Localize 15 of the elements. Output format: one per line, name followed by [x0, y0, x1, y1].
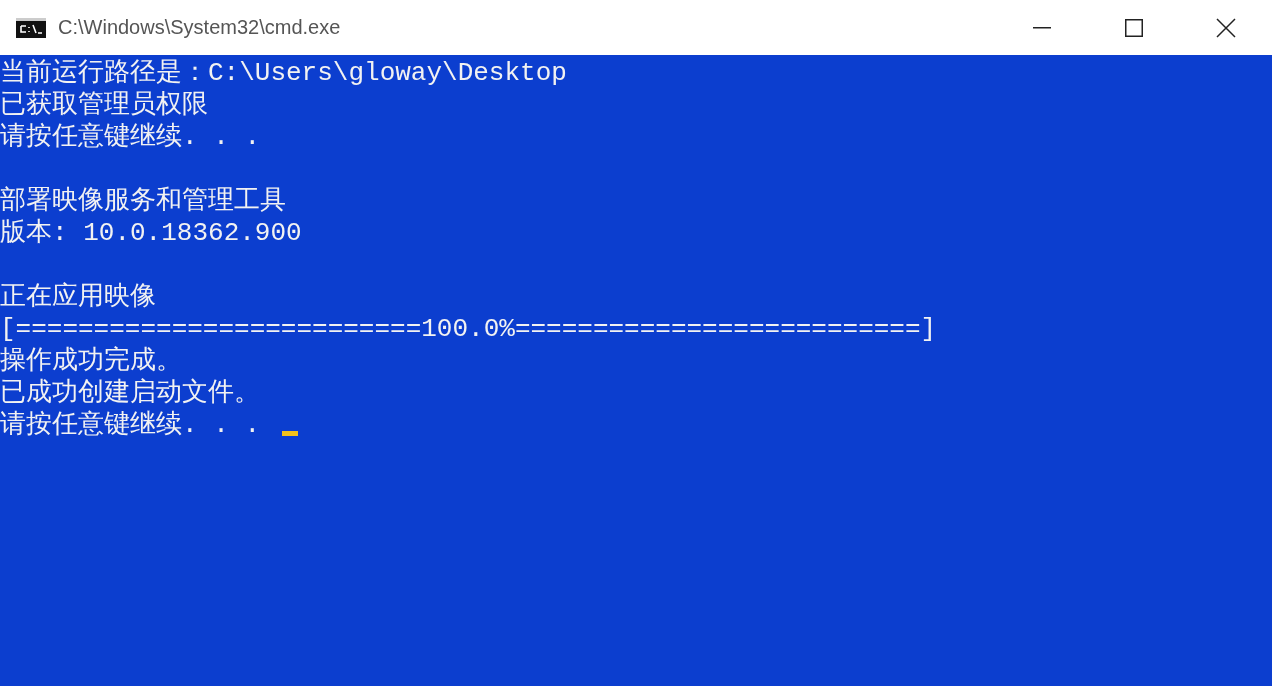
console-line: 部署映像服务和管理工具 — [0, 185, 286, 217]
console-line: 请按任意键继续. . . — [0, 409, 260, 441]
console-line: 正在应用映像 — [0, 281, 156, 313]
window-title: C:\Windows\System32\cmd.exe — [58, 16, 342, 39]
console-line: [==========================100.0%==========================] — [0, 313, 937, 345]
minimize-icon — [1033, 26, 1051, 29]
console-line: 操作成功完成。 — [0, 345, 182, 377]
console-line: 版本: 10.0.18362.900 — [0, 217, 302, 249]
console-line: 已获取管理员权限 — [0, 89, 208, 121]
command-prompt-icon — [16, 17, 46, 38]
console-line: 已成功创建启动文件。 — [0, 377, 260, 409]
console-line: 当前运行路径是：C:\Users\gloway\Desktop — [0, 57, 567, 89]
close-icon — [1216, 17, 1236, 38]
maximize-icon — [1125, 18, 1143, 37]
console-line: 请按任意键继续. . . — [0, 121, 260, 153]
